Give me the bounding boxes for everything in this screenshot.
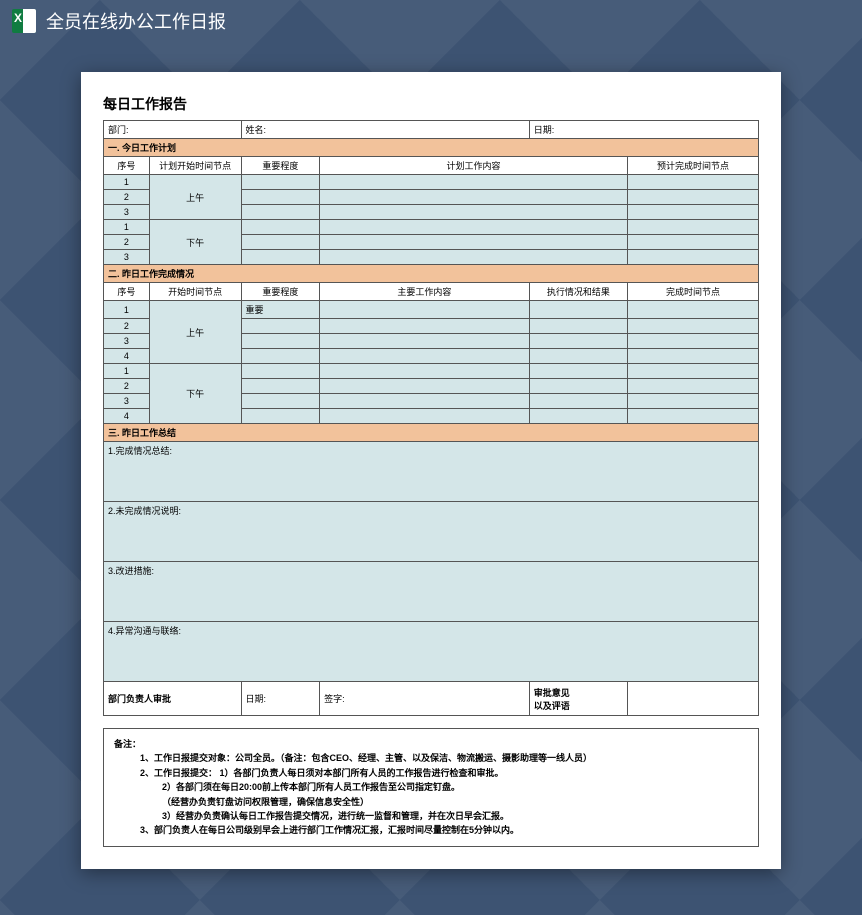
summary-3: 3.改进措施: [104,562,759,622]
doc-title: 每日工作报告 [103,94,759,114]
report-table: 部门: 姓名: 日期: 一. 今日工作计划 序号 计划开始时间节点 重要程度 计… [103,120,759,716]
notes-line: 2）各部门须在每日20:00前上传本部门所有人员工作报告至公司指定钉盘。 [114,780,748,794]
date-label: 日期: [529,121,758,139]
approval-sign: 签字: [320,682,530,716]
notes-line: 2、工作日报提交： 1）各部门负责人每日须对本部门所有人员的工作报告进行检查和审… [114,766,748,780]
table-row: 1下午 [104,220,759,235]
summary-2: 2.未完成情况说明: [104,502,759,562]
name-label: 姓名: [241,121,529,139]
notes-line: （经营办负责钉盘访问权限管理，确保信息安全性） [114,795,748,809]
approval-opinion-value [627,682,758,716]
table-row: 1上午重要 [104,301,759,319]
document-page: 每日工作报告 部门: 姓名: 日期: 一. 今日工作计划 序号 计划开始时间节点… [81,72,781,869]
dept-label: 部门: [104,121,242,139]
section2-cols: 序号 开始时间节点 重要程度 主要工作内容 执行情况和结果 完成时间节点 [104,283,759,301]
table-row: 1上午 [104,175,759,190]
approval-date: 日期: [241,682,320,716]
summary-4: 4.异常沟通与联络: [104,622,759,682]
approval-row: 部门负责人审批 日期: 签字: 审批意见 以及评语 [104,682,759,716]
section2-header: 二. 昨日工作完成情况 [104,265,759,283]
summary-1: 1.完成情况总结: [104,442,759,502]
app-topbar: 全员在线办公工作日报 [0,0,862,42]
approval-opinion-label: 审批意见 以及评语 [529,682,627,716]
notes-line: 1、工作日报提交对象：公司全员。（备注：包含CEO、经理、主管、以及保洁、物流搬… [114,751,748,765]
info-row: 部门: 姓名: 日期: [104,121,759,139]
section3-header: 三. 昨日工作总结 [104,424,759,442]
section1-cols: 序号 计划开始时间节点 重要程度 计划工作内容 预计完成时间节点 [104,157,759,175]
table-row: 1下午 [104,364,759,379]
excel-icon [12,9,36,33]
notes-box: 备注： 1、工作日报提交对象：公司全员。（备注：包含CEO、经理、主管、以及保洁… [103,728,759,847]
notes-line: 3）经营办负责确认每日工作报告提交情况，进行统一监督和管理，并在次日早会汇报。 [114,809,748,823]
app-title: 全员在线办公工作日报 [46,8,226,34]
notes-title: 备注： [114,737,748,751]
section1-header: 一. 今日工作计划 [104,139,759,157]
approver-label: 部门负责人审批 [104,682,242,716]
notes-line: 3、部门负责人在每日公司级别早会上进行部门工作情况汇报，汇报时间尽量控制在5分钟… [114,823,748,837]
